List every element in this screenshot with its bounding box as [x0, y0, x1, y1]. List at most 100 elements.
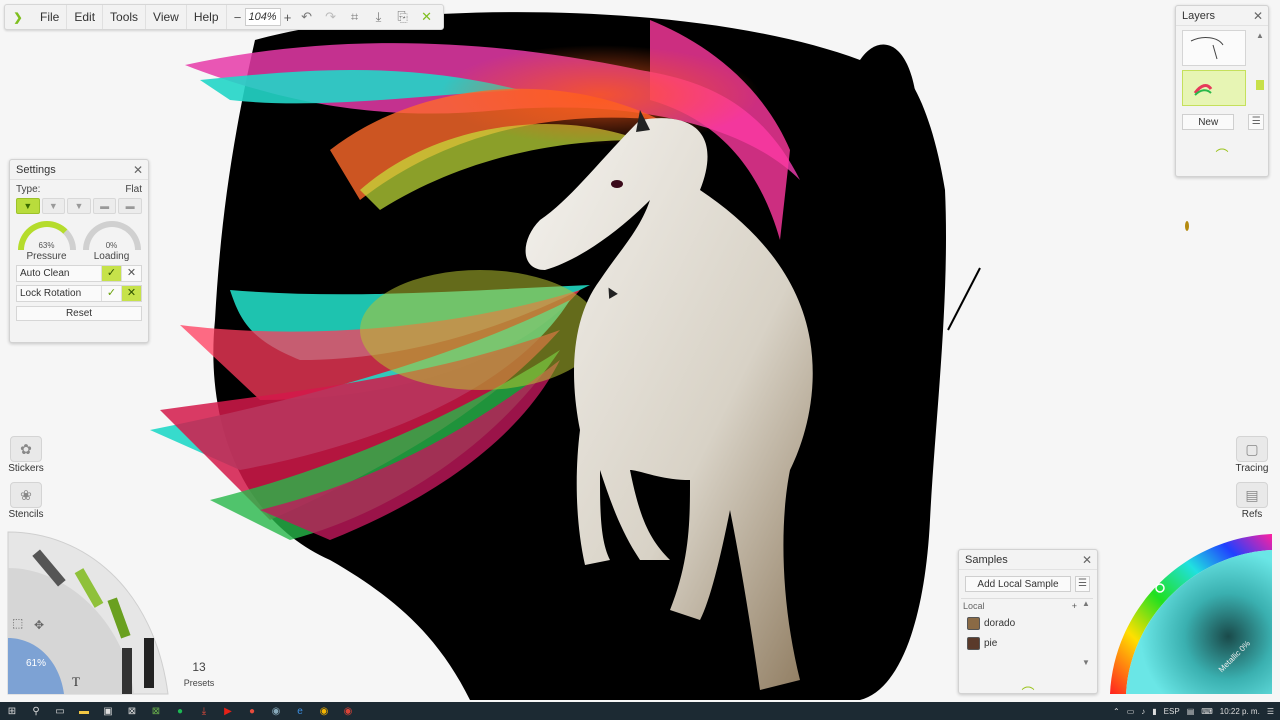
scroll-up-icon[interactable]: ▲: [1081, 599, 1091, 608]
panel-grip-icon[interactable]: ︵: [1176, 136, 1268, 155]
stencils-icon: ❀: [10, 482, 42, 508]
refs-icon: ▤: [1236, 482, 1268, 508]
chrome-icon[interactable]: ◉: [312, 702, 336, 720]
artrage-taskbar-icon[interactable]: ▣: [96, 702, 120, 720]
close-icon[interactable]: ✕: [1082, 550, 1092, 570]
layers-scrollbar[interactable]: ▲: [1256, 31, 1264, 127]
app-icon[interactable]: ⊠: [144, 702, 168, 720]
samples-menu-icon[interactable]: ☰: [1075, 576, 1090, 592]
close-icon[interactable]: ✕: [133, 160, 143, 180]
task-view-icon[interactable]: ▭: [48, 702, 72, 720]
edge-icon[interactable]: e: [288, 702, 312, 720]
sample-swatch: [967, 616, 980, 630]
brush-size-value: 61%: [26, 658, 47, 669]
auto-clean-check-icon[interactable]: ✓: [101, 266, 121, 281]
menu-edit[interactable]: Edit: [67, 5, 104, 29]
move-tool-icon[interactable]: ✥: [34, 618, 44, 632]
notifications-icon[interactable]: ☰: [1267, 707, 1274, 716]
panel-grip-icon[interactable]: ︵: [959, 674, 1097, 693]
app-icon[interactable]: ●: [240, 702, 264, 720]
undo-icon[interactable]: ↶: [295, 6, 319, 28]
zoom-in-button[interactable]: +: [281, 10, 295, 25]
brush-type-flat-icon[interactable]: ▼: [16, 198, 40, 214]
lock-rotation-x-icon[interactable]: ✕: [121, 286, 141, 301]
new-layer-button[interactable]: New: [1182, 114, 1235, 130]
steam-icon[interactable]: ◉: [264, 702, 288, 720]
stickers-button[interactable]: ✿ Stickers: [6, 434, 46, 476]
settings-title-text: Settings: [16, 164, 56, 176]
crop-icon[interactable]: ⌗: [343, 6, 367, 28]
chrome-icon[interactable]: ◉: [336, 702, 360, 720]
samples-panel: Samples ✕ Add Local Sample ☰ Local + dor…: [958, 549, 1098, 694]
menu-view[interactable]: View: [146, 5, 187, 29]
zoom-out-button[interactable]: −: [231, 10, 245, 25]
close-icon[interactable]: ✕: [1253, 6, 1263, 26]
refs-button[interactable]: ▤ Refs: [1232, 480, 1272, 522]
lock-rotation-check-icon[interactable]: ✓: [101, 286, 121, 301]
pressure-dial[interactable]: 63% Pressure: [17, 221, 77, 262]
file-explorer-icon[interactable]: ▬: [72, 702, 96, 720]
color-wheel-graphic: [1110, 534, 1272, 694]
tool-wheel[interactable]: 61% T ⬚ ✥: [4, 528, 172, 698]
action-center-icon[interactable]: ▤: [1187, 707, 1195, 716]
brush-type-2-icon[interactable]: ▼: [41, 198, 66, 214]
type-label: Type:: [16, 184, 41, 195]
settings-panel: Settings ✕ Type: Flat ▼ ▼ ▼ ▬ ▬ 63% Pres…: [9, 159, 149, 343]
presets-button[interactable]: 13 Presets: [180, 656, 218, 694]
downloader-icon[interactable]: ⤓: [192, 702, 216, 720]
type-value: Flat: [125, 184, 142, 195]
import-icon[interactable]: ⤓: [367, 6, 391, 28]
sample-name: dorado: [984, 617, 1016, 629]
refs-label: Refs: [1241, 509, 1263, 520]
volume-icon[interactable]: ♪: [1141, 707, 1145, 716]
brush-type-5-icon[interactable]: ▬: [118, 198, 142, 214]
menu-help[interactable]: Help: [187, 5, 227, 29]
add-local-sample-button[interactable]: Add Local Sample: [965, 576, 1071, 592]
youtube-icon[interactable]: ▶: [216, 702, 240, 720]
layer-thumbnail-selected[interactable]: [1182, 70, 1246, 106]
auto-clean-x-icon[interactable]: ✕: [121, 266, 141, 281]
add-sample-icon[interactable]: +: [1072, 601, 1077, 611]
scroll-up-icon[interactable]: ▲: [1256, 31, 1264, 40]
battery-icon[interactable]: ▮: [1152, 707, 1156, 716]
presets-count: 13: [192, 660, 206, 674]
stickers-icon: ✿: [10, 436, 42, 462]
layer-thumbnail[interactable]: [1182, 30, 1246, 66]
layer-sketch-icon: [1190, 37, 1224, 60]
text-tool-icon[interactable]: T: [72, 674, 80, 690]
spotify-icon[interactable]: ●: [168, 702, 192, 720]
stencils-button[interactable]: ❀ Stencils: [6, 480, 46, 522]
export-icon[interactable]: ⎘: [391, 6, 415, 28]
select-tool-icon[interactable]: ⬚: [12, 616, 23, 630]
loading-dial[interactable]: 0% Loading: [82, 221, 142, 262]
language-indicator[interactable]: ESP: [1164, 707, 1180, 716]
clock[interactable]: 10:22 p. m.: [1220, 707, 1260, 716]
sample-item[interactable]: pie: [961, 633, 1093, 653]
sample-item[interactable]: dorado: [961, 613, 1093, 633]
network-icon[interactable]: ▭: [1127, 707, 1135, 716]
zoom-level-field[interactable]: 104%: [244, 8, 281, 26]
app-icon[interactable]: ⊠: [120, 702, 144, 720]
menu-file[interactable]: File: [33, 5, 68, 29]
tracing-button[interactable]: ▢ Tracing: [1232, 434, 1272, 476]
samples-list-header: Local: [963, 601, 985, 611]
redo-icon[interactable]: ↷: [319, 6, 343, 28]
windows-start-icon[interactable]: ⊞: [0, 702, 24, 720]
reset-button[interactable]: Reset: [16, 306, 142, 321]
zoom-control: − 104% +: [231, 8, 295, 26]
sample-name: pie: [984, 637, 998, 649]
search-icon[interactable]: ⚲: [24, 702, 48, 720]
app-logo-icon[interactable]: ❯: [9, 8, 27, 26]
menu-tools[interactable]: Tools: [103, 5, 147, 29]
scroll-thumb[interactable]: [1256, 80, 1264, 90]
color-wheel[interactable]: Metallic 0%: [1104, 528, 1280, 698]
fullscreen-icon[interactable]: ✕: [415, 6, 439, 28]
tray-expand-icon[interactable]: ⌃: [1113, 707, 1120, 716]
samples-scrollbar[interactable]: ▲ ▼: [1081, 599, 1091, 667]
scroll-down-icon[interactable]: ▼: [1081, 658, 1091, 667]
brush-type-3-icon[interactable]: ▼: [67, 198, 91, 214]
keyboard-icon[interactable]: ⌨: [1201, 707, 1213, 716]
brush-type-4-icon[interactable]: ▬: [92, 198, 117, 214]
loading-value: 0%: [105, 241, 118, 250]
tracing-label: Tracing: [1235, 463, 1269, 474]
